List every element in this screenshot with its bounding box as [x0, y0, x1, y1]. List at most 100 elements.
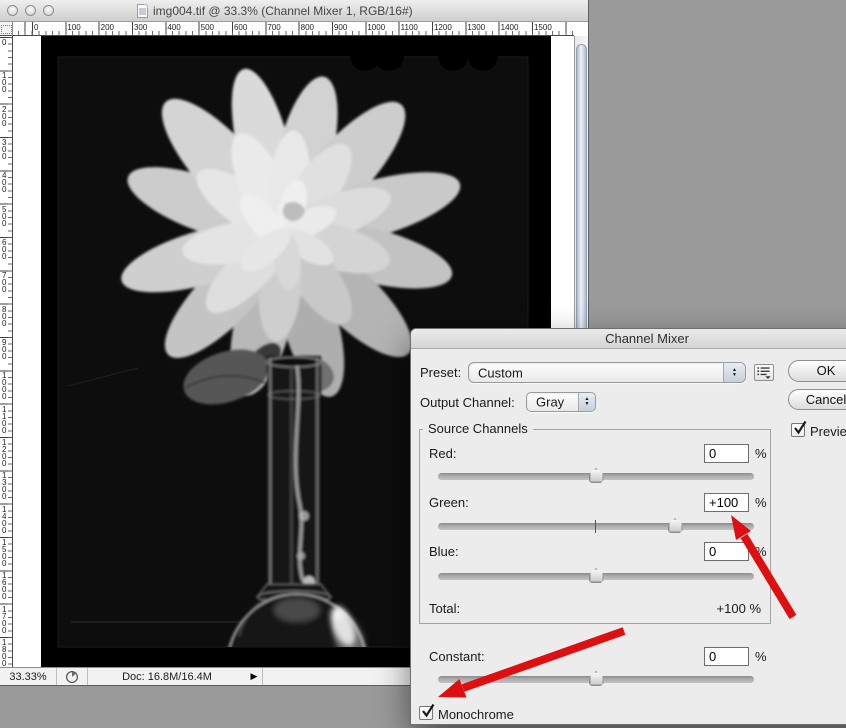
output-channel-stepper: ▲▼ — [578, 393, 595, 411]
monochrome-label: Monochrome — [438, 707, 514, 722]
stepper-down-icon: ▼ — [585, 402, 590, 407]
ruler-label: 6 0 0 — [2, 239, 6, 260]
ruler-label: 1 7 0 0 — [2, 606, 6, 634]
red-channel-label: Red: — [429, 446, 456, 461]
ruler-label: 1400 — [501, 23, 519, 32]
status-menu-button[interactable]: ▶ — [246, 668, 263, 685]
zoom-level-field[interactable]: 33.33% — [0, 668, 57, 685]
preset-menu-icon — [755, 365, 773, 380]
cancel-button[interactable]: Cancel — [788, 389, 846, 410]
document-proxy-icon[interactable] — [137, 4, 148, 18]
status-info-button[interactable] — [57, 668, 88, 685]
ok-button-label: OK — [817, 363, 836, 378]
minimize-window-button[interactable] — [25, 5, 36, 16]
screen: { "window": { "title": "img004.tif @ 33.… — [0, 0, 846, 728]
ruler-label: 1 0 0 0 — [2, 372, 6, 400]
ok-button[interactable]: OK — [788, 360, 846, 382]
ruler-label: 300 — [134, 23, 147, 32]
red-value: 0 — [709, 446, 716, 461]
ruler-label: 7 0 0 — [2, 272, 6, 293]
constant-unit-label: % — [755, 649, 767, 664]
dialog-title: Channel Mixer — [605, 331, 689, 346]
ruler-label: 5 0 0 — [2, 206, 6, 227]
constant-slider-thumb[interactable] — [589, 671, 604, 686]
green-value-field[interactable]: +100 — [704, 493, 749, 512]
ruler-label: 2 0 0 — [2, 106, 6, 127]
ruler-label: 1200 — [434, 23, 452, 32]
ruler-label: 700 — [267, 23, 280, 32]
ruler-label: 600 — [234, 23, 247, 32]
source-channels-legend: Source Channels — [423, 421, 533, 436]
ruler-label: 400 — [167, 23, 180, 32]
output-channel-label: Output Channel: — [420, 395, 515, 410]
green-channel-label: Green: — [429, 495, 469, 510]
window-titlebar[interactable]: img004.tif @ 33.3% (Channel Mixer 1, RGB… — [0, 0, 588, 22]
total-value: +100 % — [661, 601, 761, 616]
channel-mixer-dialog: Channel Mixer Preset: Custom ▲▼ OK Cance… — [410, 328, 846, 725]
cancel-button-label: Cancel — [806, 392, 846, 407]
ruler-label: 100 — [67, 23, 80, 32]
check-icon — [791, 419, 809, 437]
ruler-label: 900 — [334, 23, 347, 32]
ruler-label: 9 0 0 — [2, 339, 6, 360]
window-title: img004.tif @ 33.3% (Channel Mixer 1, RGB… — [153, 4, 413, 18]
blue-value: 0 — [709, 544, 716, 559]
constant-value-field[interactable]: 0 — [704, 647, 749, 666]
preview-label: Preview — [810, 424, 846, 439]
preset-value: Custom — [478, 365, 523, 380]
ruler-label: 500 — [201, 23, 214, 32]
stepper-down-icon: ▼ — [732, 373, 737, 378]
green-value: +100 — [709, 495, 738, 510]
ruler-vertical: 01 0 02 0 03 0 04 0 05 0 06 0 07 0 08 0 … — [0, 36, 13, 667]
preset-stepper: ▲▼ — [723, 363, 745, 382]
red-unit-label: % — [755, 446, 767, 461]
ruler-label: 1 0 0 — [2, 72, 6, 93]
zoom-window-button[interactable] — [43, 5, 54, 16]
preset-dropdown[interactable]: Custom ▲▼ — [468, 362, 746, 383]
ruler-label: 4 0 0 — [2, 172, 6, 193]
ruler-label: 1100 — [401, 23, 418, 32]
dialog-titlebar[interactable]: Channel Mixer — [411, 329, 846, 349]
constant-label: Constant: — [429, 649, 485, 664]
red-slider[interactable] — [438, 473, 754, 480]
ruler-label: 0 — [34, 23, 38, 32]
output-channel-dropdown[interactable]: Gray ▲▼ — [526, 392, 596, 412]
blue-value-field[interactable]: 0 — [704, 542, 749, 561]
green-unit-label: % — [755, 495, 767, 510]
red-value-field[interactable]: 0 — [704, 444, 749, 463]
green-slider[interactable] — [438, 523, 754, 530]
document-size-status: Doc: 16.8M/16.4M — [88, 668, 246, 685]
ruler-label: 0 — [2, 39, 6, 46]
blue-slider[interactable] — [438, 573, 754, 580]
ruler-label: 1300 — [467, 23, 485, 32]
blue-unit-label: % — [755, 544, 767, 559]
blue-channel-label: Blue: — [429, 544, 459, 559]
constant-slider[interactable] — [438, 676, 754, 683]
ruler-origin-box[interactable] — [0, 22, 13, 36]
check-icon — [419, 702, 437, 720]
ruler-label: 1000 — [367, 23, 385, 32]
monochrome-checkbox[interactable] — [419, 706, 433, 720]
constant-value: 0 — [709, 649, 716, 664]
ruler-label: 3 0 0 — [2, 139, 6, 160]
ruler-label: 1500 — [534, 23, 552, 32]
ruler-label: 1 5 0 0 — [2, 539, 6, 567]
slider-zero-tick — [595, 520, 596, 533]
preset-options-button[interactable] — [754, 364, 774, 381]
close-window-button[interactable] — [7, 5, 18, 16]
output-channel-value: Gray — [536, 395, 564, 410]
clock-pie-icon — [65, 670, 79, 684]
preset-label: Preset: — [420, 365, 461, 380]
ruler-label: 200 — [101, 23, 114, 32]
status-menu-arrow-icon: ▶ — [251, 671, 258, 682]
ruler-label: 1 3 0 0 — [2, 472, 6, 500]
ruler-label: 1 2 0 0 — [2, 439, 6, 467]
ruler-label: 1 4 0 0 — [2, 506, 6, 534]
zoom-level-value: 33.33% — [9, 671, 46, 683]
total-label: Total: — [429, 601, 460, 616]
preview-checkbox[interactable] — [791, 423, 805, 437]
ruler-label: 1 8 0 0 — [2, 639, 6, 667]
ruler-label: 800 — [301, 23, 314, 32]
ruler-label: 1 1 0 0 — [2, 406, 6, 434]
ruler-horizontal: 0001002003004005006007008009001000110012… — [0, 22, 574, 36]
